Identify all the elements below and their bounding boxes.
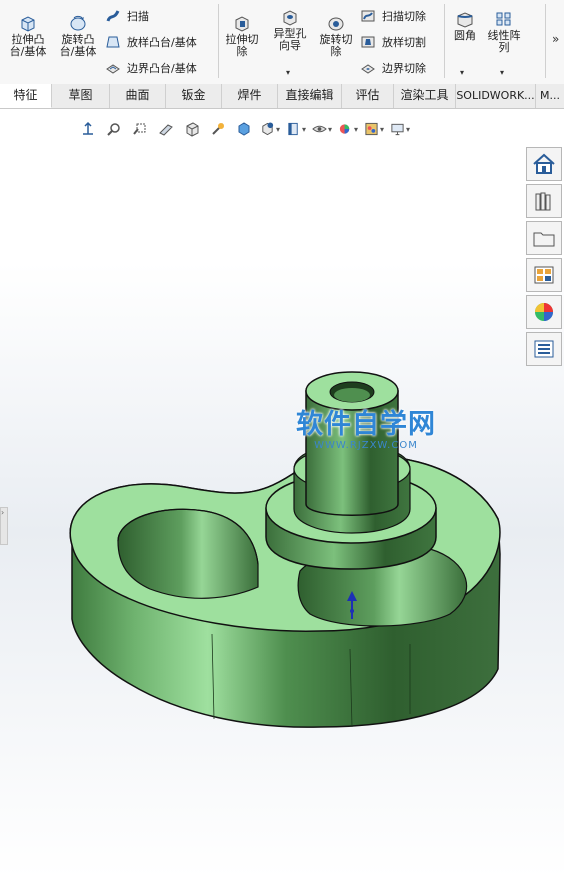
extrude-boss-icon	[21, 16, 35, 32]
tab-features[interactable]: 特征	[0, 84, 52, 108]
swept-cut-icon	[361, 10, 375, 22]
revolve-boss-icon	[70, 15, 86, 31]
revolve-boss-button[interactable]: 旋转凸 台/基体	[56, 14, 100, 58]
sweep-button[interactable]: 扫描	[105, 8, 149, 24]
revolve-cut-label: 旋转切 除	[319, 33, 353, 58]
boundary-boss-button[interactable]: 边界凸台/基体	[105, 60, 197, 76]
hole-wizard-icon	[283, 10, 297, 26]
boundary-cut-label: 边界切除	[382, 62, 426, 75]
hole-wizard-button[interactable]: 异型孔 向导	[268, 8, 312, 52]
fillet-button[interactable]: 圆角	[450, 10, 480, 42]
fillet-label: 圆角	[454, 29, 476, 42]
tab-direct-editing[interactable]: 直接编辑	[278, 84, 342, 108]
lofted-cut-icon	[361, 36, 375, 48]
tab-evaluate[interactable]: 评估	[342, 84, 394, 108]
fillet-icon	[457, 12, 473, 28]
swept-cut-button[interactable]: 扫描切除	[360, 8, 426, 24]
command-manager-ribbon: 拉伸凸 台/基体 旋转凸 台/基体 扫描 放样凸台/基体 边界凸台/基体 拉伸切…	[0, 0, 564, 85]
command-manager-tabs: 特征 草图 曲面 钣金 焊件 直接编辑 评估 渲染工具 SOLIDWORK...…	[0, 84, 564, 109]
extrude-cut-button[interactable]: 拉伸切 除	[222, 14, 262, 58]
ribbon-separator	[444, 4, 445, 78]
revolve-boss-label: 旋转凸 台/基体	[59, 33, 97, 58]
3d-part-model[interactable]	[0, 109, 564, 878]
hole-wizard-dropdown-icon[interactable]: ▾	[286, 68, 290, 77]
extrude-cut-icon	[235, 16, 249, 32]
fillet-dropdown-icon[interactable]: ▾	[460, 68, 464, 77]
lofted-cut-label: 放样切割	[382, 36, 426, 49]
revolve-cut-icon	[328, 17, 344, 31]
tab-surfaces[interactable]: 曲面	[110, 84, 166, 108]
extrude-cut-label: 拉伸切 除	[225, 33, 259, 58]
watermark: 软件自学网 WWW.RJZXW.COM	[296, 410, 436, 452]
ribbon-separator	[218, 4, 219, 78]
ribbon-separator	[545, 4, 546, 78]
loft-boss-icon	[106, 36, 120, 48]
revolve-cut-button[interactable]: 旋转切 除	[316, 14, 356, 58]
hole-wizard-label: 异型孔 向导	[273, 27, 307, 52]
extrude-boss-button[interactable]: 拉伸凸 台/基体	[8, 14, 48, 58]
graphics-area[interactable]: ›	[0, 109, 564, 878]
linear-pattern-icon	[496, 12, 511, 26]
boundary-cut-button[interactable]: 边界切除	[360, 60, 426, 76]
ribbon-overflow-icon[interactable]: »	[552, 32, 559, 46]
linear-pattern-button[interactable]: 线性阵 列	[484, 10, 524, 54]
sweep-icon	[106, 10, 120, 22]
sweep-label: 扫描	[127, 10, 149, 23]
tab-solidworks-addins[interactable]: SOLIDWORK...	[456, 84, 536, 108]
tab-weldments[interactable]: 焊件	[222, 84, 278, 108]
extrude-boss-label: 拉伸凸 台/基体	[9, 33, 47, 58]
linear-pattern-label: 线性阵 列	[487, 29, 521, 54]
watermark-title: 软件自学网	[296, 409, 436, 440]
loft-boss-label: 放样凸台/基体	[127, 36, 197, 49]
watermark-subtitle: WWW.RJZXW.COM	[314, 440, 418, 451]
boundary-boss-label: 边界凸台/基体	[127, 62, 197, 75]
boundary-cut-icon	[361, 64, 375, 74]
swept-cut-label: 扫描切除	[382, 10, 426, 23]
tab-sketch[interactable]: 草图	[52, 84, 110, 108]
lofted-cut-button[interactable]: 放样切割	[360, 34, 426, 50]
tab-render-tools[interactable]: 渲染工具	[394, 84, 456, 108]
tab-more[interactable]: M...	[536, 84, 564, 108]
loft-boss-button[interactable]: 放样凸台/基体	[105, 34, 197, 50]
linear-pattern-dropdown-icon[interactable]: ▾	[500, 68, 504, 77]
tab-sheet-metal[interactable]: 钣金	[166, 84, 222, 108]
boundary-boss-icon	[106, 64, 120, 74]
